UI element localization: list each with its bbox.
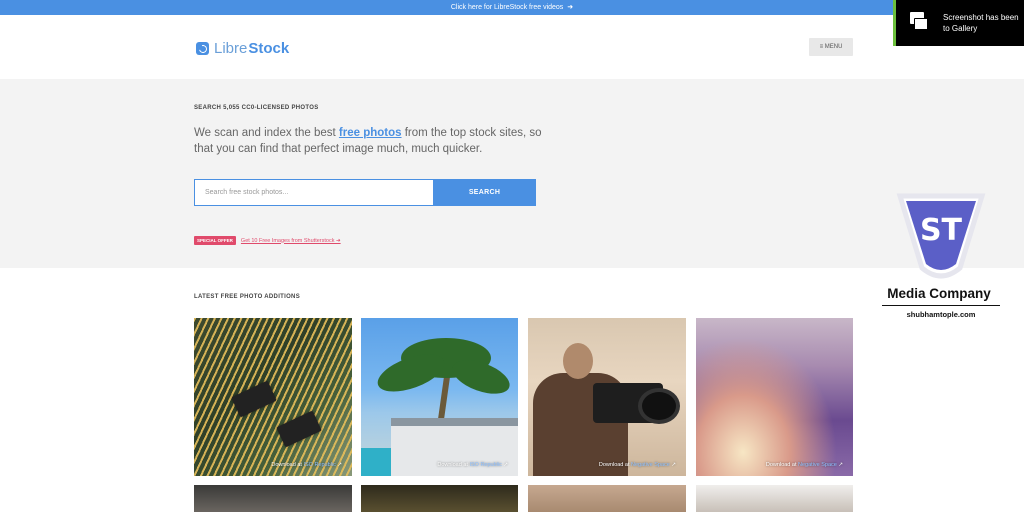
camera-lens-shape — [638, 388, 680, 424]
watermark-divider — [882, 305, 1000, 306]
logo-text-stock: Stock — [248, 40, 290, 57]
hero-text-before: We scan and index the best — [194, 127, 339, 139]
toast-message: Screenshot has been to Gallery — [943, 12, 1019, 34]
photo-caption[interactable]: Download at ISO Republic ↗ — [437, 462, 508, 468]
caption-source-link[interactable]: ISO Republic — [303, 462, 335, 468]
watermark-subtitle: shubhamtople.com — [906, 310, 976, 319]
photo-card-2[interactable]: Download at ISO Republic ↗ — [361, 318, 518, 476]
person-head-shape — [563, 343, 593, 379]
photo-caption[interactable]: Download at Negative Space ↗ — [599, 462, 676, 468]
photo-card-5[interactable] — [194, 485, 352, 512]
free-photos-link[interactable]: free photos — [339, 127, 402, 139]
watermark-title: Media Company — [887, 286, 991, 301]
caption-source-link[interactable]: Negative Space — [631, 462, 670, 468]
photo-card-8[interactable] — [696, 485, 853, 512]
search-input[interactable]: Search free stock photos... — [194, 179, 434, 206]
external-link-icon: ↗ — [337, 462, 342, 468]
caption-prefix: Download at — [598, 462, 632, 468]
promo-banner-text[interactable]: Click here for LibreStock free videos — [451, 4, 563, 11]
chip-shape — [276, 410, 322, 448]
st-shield-logo-icon: ST — [896, 193, 986, 279]
arrow-right-icon: ➜ — [567, 4, 574, 11]
hero-description: We scan and index the best free photos f… — [194, 125, 554, 157]
photo-card-1[interactable]: Download at ISO Republic ↗ — [194, 318, 352, 476]
special-offer: SPECIAL OFFER Get 10 Free Images from Sh… — [194, 236, 341, 245]
shield-letters: ST — [920, 213, 963, 248]
caption-source-link[interactable]: ISO Republic — [469, 462, 501, 468]
menu-button[interactable]: ≡ MENU — [809, 38, 853, 56]
toast-line-2: to Gallery — [943, 24, 978, 33]
shutterstock-offer-link[interactable]: Get 10 Free Images from Shutterstock ➜ — [241, 238, 341, 244]
house-shape — [391, 426, 518, 476]
site-header: Libre Stock ≡ MENU — [0, 15, 1024, 79]
external-link-icon: ↗ — [838, 462, 843, 468]
photo-caption[interactable]: Download at Negative Space ↗ — [766, 462, 843, 468]
media-company-watermark: ST Media Company shubhamtople.com — [876, 188, 1006, 328]
photo-card-6[interactable] — [361, 485, 518, 512]
special-offer-badge: SPECIAL OFFER — [194, 236, 236, 245]
gallery-icon — [910, 12, 928, 32]
external-link-icon: ↗ — [671, 462, 676, 468]
hero-section: SEARCH 5,055 CC0-LICENSED PHOTOS We scan… — [0, 79, 1024, 268]
latest-photos-title: LATEST FREE PHOTO ADDITIONS — [194, 294, 300, 300]
caption-prefix: Download at — [437, 462, 470, 468]
toast-line-1: Screenshot has been — [943, 13, 1019, 22]
external-link-icon: ↗ — [503, 462, 508, 468]
caption-prefix: Download at — [765, 462, 799, 468]
search-button[interactable]: SEARCH — [433, 179, 536, 206]
librestock-logo-icon — [196, 42, 209, 55]
chip-shape — [231, 380, 277, 418]
logo-text-libre: Libre — [214, 40, 248, 57]
photo-card-4[interactable]: Download at Negative Space ↗ — [696, 318, 853, 476]
photo-card-7[interactable] — [528, 485, 686, 512]
hero-kicker: SEARCH 5,055 CC0-LICENSED PHOTOS — [194, 105, 319, 111]
photo-card-3[interactable]: Download at Negative Space ↗ — [528, 318, 686, 476]
promo-banner[interactable]: Click here for LibreStock free videos ➜ — [0, 0, 1024, 15]
photo-caption[interactable]: Download at ISO Republic ↗ — [271, 462, 342, 468]
screenshot-toast[interactable]: Screenshot has been to Gallery — [893, 0, 1024, 46]
site-logo[interactable]: Libre Stock — [196, 40, 289, 57]
caption-prefix: Download at — [271, 462, 304, 468]
caption-source-link[interactable]: Negative Space — [798, 462, 837, 468]
